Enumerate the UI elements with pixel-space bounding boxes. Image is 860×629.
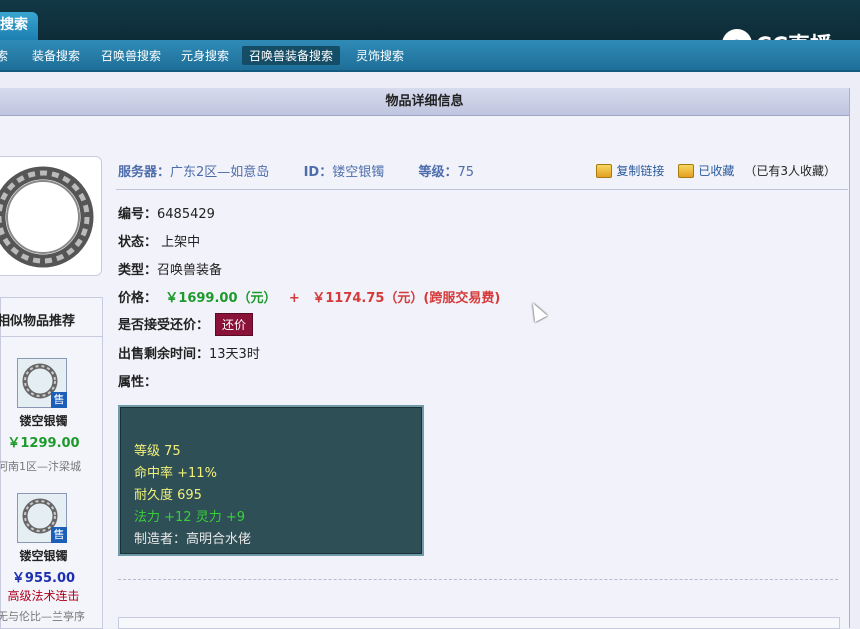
id-label: ID：: [303, 165, 333, 180]
item-thumbnail: [0, 156, 102, 276]
nav-bar: 索 装备搜索 召唤兽搜索 元身搜索 召唤兽装备搜索 灵饰搜索: [0, 40, 860, 72]
attributes-label: 属性：: [118, 375, 158, 390]
type-row: 类型：召唤兽装备: [118, 259, 222, 278]
favorite-button[interactable]: 已收藏: [678, 162, 734, 179]
top-bar: 搜索 ◉ CC直播: [0, 0, 860, 59]
copy-link-button[interactable]: 复制链接: [596, 162, 664, 179]
cross-server-fee: ￥1174.75（元）(跨服交易费): [312, 291, 501, 306]
copy-link-label: 复制链接: [616, 164, 665, 178]
similar-item-1-name[interactable]: 镂空银镯: [0, 412, 94, 429]
favorite-folder-icon: [678, 163, 695, 178]
similar-item-2-icon[interactable]: 售: [17, 493, 67, 543]
attr-hit-rate: 命中率 +11%: [134, 466, 217, 481]
status-label: 状态：: [118, 235, 158, 250]
lower-section: [118, 617, 840, 629]
item-actions: 复制链接 已收藏 （已有3人收藏）: [582, 162, 836, 179]
status-value: 上架中: [161, 235, 201, 250]
price-row: 价格： ￥1699.00（元） + ￥1174.75（元）(跨服交易费): [118, 287, 500, 306]
price-value: ￥1699.00（元）: [165, 291, 277, 306]
sell-badge: 售: [51, 527, 67, 543]
search-tab-label: 搜索: [0, 17, 28, 33]
nav-item-yuanshen[interactable]: 元身搜索: [181, 47, 229, 64]
similar-item-1-icon[interactable]: 售: [17, 358, 67, 408]
server-value: 广东2区—如意岛: [170, 165, 270, 180]
copy-link-icon: [596, 163, 613, 178]
number-value: 6485429: [157, 207, 215, 222]
price-label: 价格：: [118, 291, 158, 306]
nav-item-equipment[interactable]: 装备搜索: [32, 47, 80, 64]
server-label: 服务器：: [118, 165, 171, 180]
type-label: 类型：: [118, 263, 158, 278]
id-value: 镂空银镯: [332, 165, 385, 180]
similar-item-2-skill: 高级法术连击: [7, 589, 80, 603]
bargain-button[interactable]: 还价: [215, 313, 254, 336]
similar-item-2-location: 无与伦比—兰亭序: [0, 610, 85, 623]
nav-item-summon-equipment[interactable]: 召唤兽装备搜索: [242, 46, 341, 65]
similar-item-2-price: ￥955.00: [11, 571, 76, 586]
attr-maker: 制造者：高明合水佬: [134, 532, 252, 547]
similar-item-1-price: ￥1299.00: [7, 436, 80, 451]
level-value: 75: [457, 165, 475, 180]
remaining-row: 出售剩余时间：13天3时: [118, 343, 260, 362]
item-info-bar: 服务器：广东2区—如意岛 ID：镂空银镯 等级：75: [118, 161, 474, 180]
nav-item-search[interactable]: 索: [0, 47, 8, 64]
nav-item-summon[interactable]: 召唤兽搜索: [101, 47, 161, 64]
similar-item-2-name[interactable]: 镂空银镯: [0, 547, 94, 564]
info-divider: [116, 189, 848, 190]
panel-title: 物品详细信息: [0, 88, 849, 116]
attr-level: 等级 75: [134, 444, 181, 459]
search-tab[interactable]: 搜索: [0, 12, 38, 40]
attribute-box: 等级 75 命中率 +11% 耐久度 695 法力 +12 灵力 +9 制造者：…: [118, 405, 424, 556]
bracelet-image: [0, 166, 94, 268]
sell-badge: 售: [51, 392, 67, 408]
similar-title: 相似物品推荐: [0, 314, 76, 329]
attributes-row: 属性：: [118, 371, 157, 390]
similar-items: 相似物品推荐 售 镂空银镯 ￥1299.00 河南1区—汴梁城 售 镂空银镯 ￥…: [0, 297, 103, 629]
similar-item-1-location: 河南1区—汴梁城: [0, 460, 81, 473]
bargain-label: 是否接受还价：: [118, 318, 210, 333]
section-separator: [118, 579, 838, 580]
attr-durability: 耐久度 695: [134, 488, 202, 503]
remaining-label: 出售剩余时间：: [118, 347, 210, 362]
similar-divider: [1, 336, 102, 337]
favorite-count: （已有3人收藏）: [744, 164, 836, 178]
nav-item-lingshi[interactable]: 灵饰搜索: [356, 47, 404, 64]
type-value: 召唤兽装备: [157, 263, 223, 278]
remaining-value: 13天3时: [209, 347, 260, 362]
level-label: 等级：: [418, 165, 458, 180]
number-label: 编号：: [118, 207, 158, 222]
status-row: 状态： 上架中: [118, 231, 200, 250]
bargain-row: 是否接受还价： 还价: [118, 313, 254, 336]
attr-magic: 法力 +12 灵力 +9: [134, 510, 245, 525]
number-row: 编号：6485429: [118, 203, 215, 222]
price-plus: +: [288, 291, 300, 306]
favorite-label: 已收藏: [698, 164, 735, 178]
